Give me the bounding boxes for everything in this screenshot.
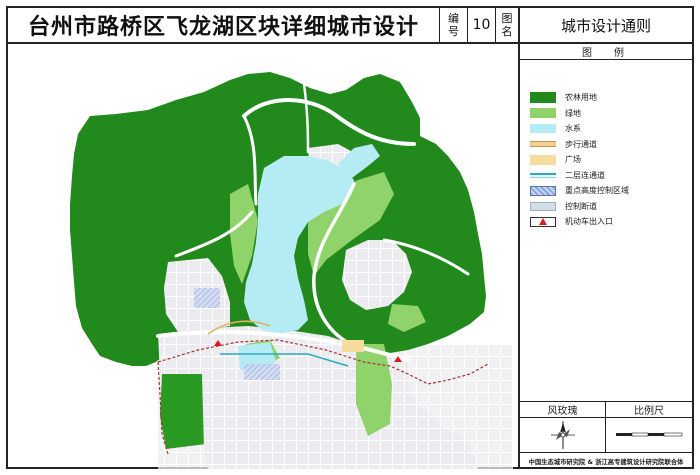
legend-heading: 图 例 bbox=[520, 44, 692, 60]
scale-bar-icon bbox=[616, 432, 683, 437]
drawing-title: 台州市路桥区飞龙湖区块详细城市设计 bbox=[8, 8, 440, 42]
height-control-zone-1 bbox=[244, 364, 280, 380]
drawing-sheet: 台州市路桥区飞龙湖区块详细城市设计 编 号 10 图 名 城市设计通则 图 例 … bbox=[6, 6, 694, 469]
pedestrian-swatch bbox=[530, 141, 556, 148]
farmland-swatch bbox=[530, 92, 556, 104]
plaza-swatch bbox=[530, 154, 556, 165]
site-plan-drawing bbox=[70, 72, 513, 469]
triangle-icon bbox=[539, 218, 547, 226]
legend-item-greenland: 绿地 bbox=[530, 106, 690, 122]
wind-rose-title: 风玫瑰 bbox=[520, 402, 605, 418]
sheet-number-label: 编 号 bbox=[440, 8, 468, 42]
sheet-name-label: 图 名 bbox=[496, 8, 520, 42]
vehicle-entrance-swatch bbox=[530, 216, 556, 227]
second-level-swatch bbox=[530, 172, 556, 178]
legend-item-farmland: 农林用地 bbox=[530, 90, 690, 106]
legend-item-plaza: 广场 bbox=[530, 152, 690, 168]
control-lane-swatch bbox=[530, 201, 556, 211]
legend-item-second-level: 二层连通道 bbox=[530, 168, 690, 184]
legend-item-vehicle-entrance: 机动车出入口 bbox=[530, 214, 690, 230]
legend-item-pedestrian: 步行通道 bbox=[530, 137, 690, 153]
water-swatch bbox=[530, 124, 556, 134]
legend-item-water: 水系 bbox=[530, 121, 690, 137]
scale-box: 比例尺 bbox=[606, 402, 692, 452]
wind-rose-icon bbox=[551, 421, 575, 449]
legend-item-height-control: 重点高度控制区域 bbox=[530, 183, 690, 199]
legend-panel: 图 例 农林用地 绿地 水系 步行通道 广场 二层连通道 重点高度控制区域 控制… bbox=[520, 44, 692, 469]
legend-item-control-lane: 控制断道 bbox=[530, 199, 690, 215]
height-control-zone-2 bbox=[194, 288, 220, 308]
wind-rose-box: 风玫瑰 bbox=[520, 402, 606, 452]
sheet-number: 10 bbox=[468, 8, 496, 42]
plaza bbox=[342, 340, 364, 352]
title-bar: 台州市路桥区飞龙湖区块详细城市设计 编 号 10 图 名 城市设计通则 bbox=[8, 8, 692, 44]
legend-list: 农林用地 绿地 水系 步行通道 广场 二层连通道 重点高度控制区域 控制断道 机… bbox=[530, 90, 690, 230]
height-control-swatch bbox=[530, 185, 556, 196]
credit-line: 中国生态城市研究院 & 浙江高专建筑设计研究院联合体 bbox=[520, 452, 692, 470]
site-map bbox=[8, 44, 520, 469]
scale-title: 比例尺 bbox=[606, 402, 692, 418]
legend-footer: 风玫瑰 比例尺 中国生态城市研究院 & 浙江高专建筑设计研究院联合体 bbox=[520, 401, 692, 469]
greenland-swatch bbox=[530, 108, 556, 119]
farmland-southwest bbox=[160, 374, 206, 449]
sheet-name: 城市设计通则 bbox=[560, 16, 651, 35]
